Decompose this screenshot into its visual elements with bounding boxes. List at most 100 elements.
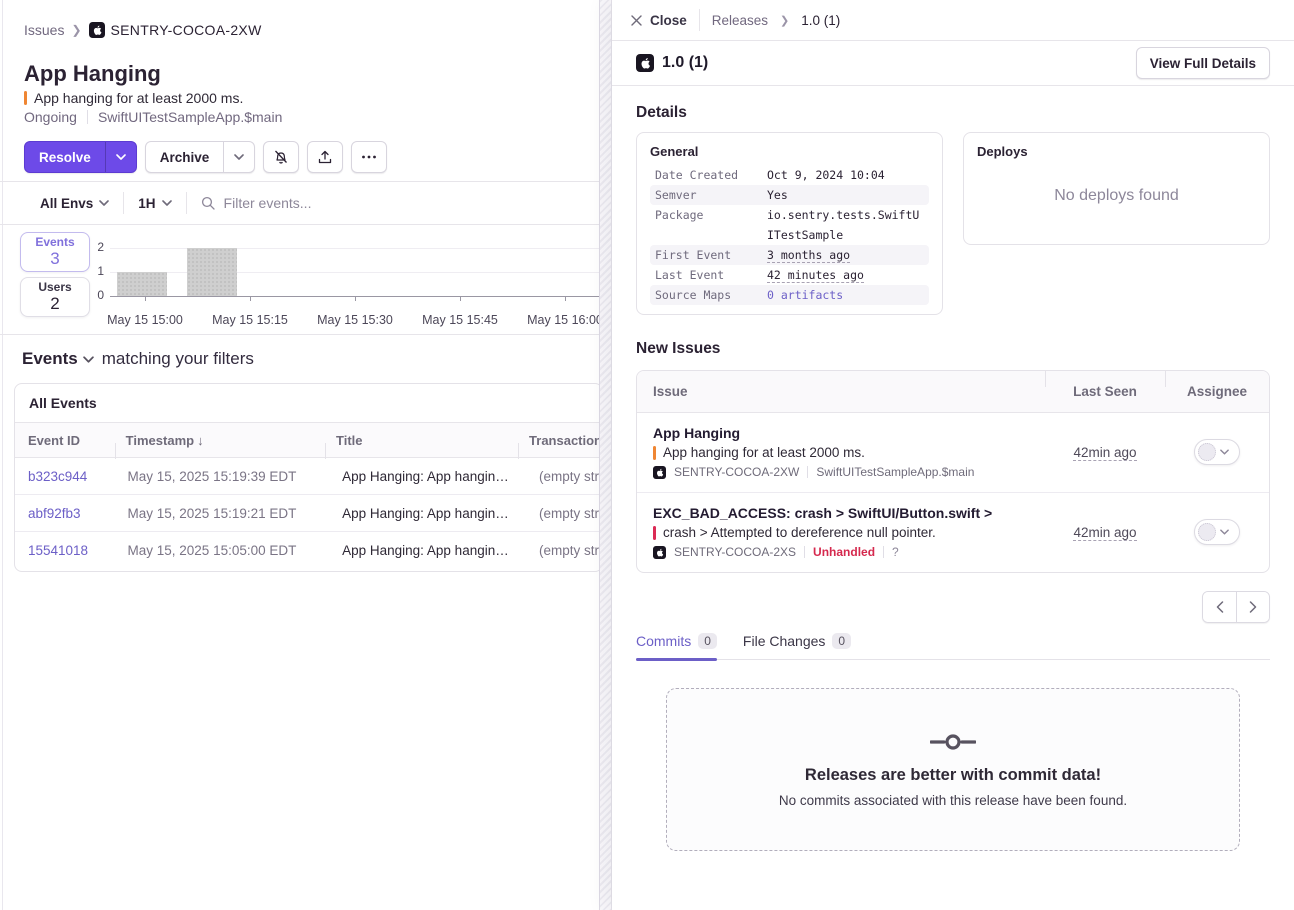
issue-project-info: SENTRY-COCOA-2XW SwiftUITestSampleApp.$m…	[653, 465, 1029, 479]
general-row-value: io.sentry.tests.SwiftUITestSample	[767, 205, 924, 245]
assignee-cell	[1165, 519, 1269, 546]
release-header: 1.0 (1) View Full Details	[612, 41, 1294, 86]
event-transaction: (empty stri	[528, 506, 602, 521]
chart-bar	[117, 272, 167, 296]
event-table-row[interactable]: 15541018 May 15, 2025 15:05:00 EDT App H…	[15, 532, 602, 569]
events-table-header: Event ID Timestamp↓ Title Transaction	[15, 422, 602, 458]
issue-title-link[interactable]: App Hanging	[653, 425, 1029, 441]
event-id-link[interactable]: b323c944	[15, 469, 117, 484]
assignee-dropdown[interactable]	[1194, 519, 1240, 545]
column-header-transaction[interactable]: Transaction	[518, 433, 602, 448]
divider	[807, 466, 808, 478]
tab-commits[interactable]: Commits 0	[636, 633, 717, 659]
y-axis-label: 1	[82, 264, 104, 278]
new-issues-table: Issue Last Seen Assignee App Hanging App…	[636, 370, 1270, 573]
release-version-label: 1.0 (1)	[662, 54, 708, 72]
next-page-button[interactable]	[1236, 592, 1269, 622]
event-search-input[interactable]: Filter events...	[201, 195, 612, 211]
general-card-title: General	[650, 144, 929, 159]
breadcrumb-releases-link[interactable]: Releases	[712, 13, 768, 28]
divider	[883, 546, 884, 558]
deploys-card: Deploys No deploys found	[963, 132, 1270, 245]
general-row: Date Created Oct 9, 2024 10:04	[650, 165, 929, 185]
source-maps-link[interactable]: 0 artifacts	[767, 285, 924, 305]
more-actions-button[interactable]	[351, 141, 387, 173]
last-seen-value[interactable]: 42min ago	[1073, 445, 1136, 461]
close-panel-button[interactable]: Close	[631, 13, 687, 28]
chart-bar	[187, 248, 237, 296]
issue-row[interactable]: EXC_BAD_ACCESS: crash > SwiftUI/Button.s…	[637, 493, 1269, 572]
first-event-tooltip-value[interactable]: 3 months ago	[767, 248, 850, 263]
event-id-link[interactable]: abf92fb3	[15, 506, 117, 521]
divider	[325, 443, 326, 459]
issue-summary: EXC_BAD_ACCESS: crash > SwiftUI/Button.s…	[637, 493, 1045, 572]
empty-state-title: Releases are better with commit data!	[805, 766, 1101, 785]
archive-button[interactable]: Archive	[146, 142, 224, 172]
general-row-label: First Event	[655, 245, 767, 265]
panel-resize-handle[interactable]	[599, 0, 612, 910]
general-row-value: 3 months ago	[767, 245, 924, 265]
event-table-row[interactable]: abf92fb3 May 15, 2025 15:19:21 EDT App H…	[15, 495, 602, 532]
x-axis-line	[110, 296, 610, 297]
mute-button[interactable]	[263, 141, 299, 173]
issue-row[interactable]: App Hanging App hanging for at least 200…	[637, 413, 1269, 493]
breadcrumb-issues-link[interactable]: Issues	[24, 22, 64, 38]
issue-level-indicator	[653, 446, 656, 460]
chevron-right-icon: ❯	[780, 14, 789, 27]
search-icon	[201, 196, 215, 210]
release-tabs: Commits 0 File Changes 0	[636, 633, 1270, 660]
environment-filter[interactable]: All Envs	[40, 196, 109, 211]
x-axis-label: May 15 15:00	[90, 313, 200, 327]
chevron-right-icon: ❯	[71, 23, 81, 37]
previous-page-button[interactable]	[1203, 592, 1236, 622]
divider	[1165, 371, 1166, 387]
divider	[123, 192, 124, 214]
share-button[interactable]	[307, 141, 343, 173]
time-period-filter[interactable]: 1H	[138, 196, 171, 211]
search-placeholder: Filter events...	[224, 195, 312, 211]
sidebar-edge-divider	[2, 0, 3, 910]
event-title: App Hanging: App hangin…	[331, 469, 528, 484]
project-short-id: SENTRY-COCOA-2XW	[111, 22, 262, 38]
page-title: App Hanging	[24, 61, 161, 87]
x-axis-tick	[355, 296, 356, 301]
tab-label: Commits	[636, 633, 691, 649]
divider	[186, 192, 187, 214]
tab-file-changes[interactable]: File Changes 0	[743, 633, 851, 659]
column-header-event-id[interactable]: Event ID	[15, 433, 115, 448]
general-row: Package io.sentry.tests.SwiftUITestSampl…	[650, 205, 929, 245]
event-transaction: (empty stri	[528, 543, 602, 558]
x-axis-label: May 15 15:45	[405, 313, 515, 327]
assignee-dropdown[interactable]	[1194, 439, 1240, 465]
events-dropdown[interactable]: Events	[22, 349, 94, 369]
event-id-link[interactable]: 15541018	[15, 543, 117, 558]
new-issues-header: Issue Last Seen Assignee	[637, 371, 1269, 413]
resolve-split-button: Resolve	[24, 141, 137, 173]
last-seen-value[interactable]: 42min ago	[1073, 525, 1136, 541]
column-header-title[interactable]: Title	[325, 433, 518, 448]
help-icon[interactable]: ?	[892, 545, 899, 559]
divider	[804, 546, 805, 558]
close-label: Close	[650, 13, 687, 28]
event-table-row[interactable]: b323c944 May 15, 2025 15:19:39 EDT App H…	[15, 458, 602, 495]
filter-bar: All Envs 1H Filter events...	[0, 181, 612, 225]
apple-platform-icon	[653, 466, 666, 479]
last-event-tooltip-value[interactable]: 42 minutes ago	[767, 268, 864, 283]
issue-title-link[interactable]: EXC_BAD_ACCESS: crash > SwiftUI/Button.s…	[653, 505, 1029, 521]
environment-filter-label: All Envs	[40, 196, 93, 211]
bell-slash-icon	[273, 149, 289, 165]
issue-level-indicator	[653, 526, 656, 540]
commit-icon	[930, 732, 976, 752]
commits-empty-state: Releases are better with commit data! No…	[666, 688, 1240, 851]
chevron-down-icon	[1220, 449, 1229, 455]
last-seen-cell: 42min ago	[1045, 524, 1165, 542]
archive-dropdown-button[interactable]	[223, 142, 254, 172]
resolve-button[interactable]: Resolve	[25, 142, 105, 172]
sort-desc-icon: ↓	[197, 433, 204, 448]
assignee-cell	[1165, 439, 1269, 466]
project-slug: SENTRY-COCOA-2XW	[674, 465, 799, 479]
resolve-dropdown-button[interactable]	[105, 142, 136, 172]
column-header-timestamp[interactable]: Timestamp↓	[115, 433, 325, 448]
tab-count-badge: 0	[698, 633, 717, 649]
view-full-details-button[interactable]: View Full Details	[1136, 47, 1270, 79]
